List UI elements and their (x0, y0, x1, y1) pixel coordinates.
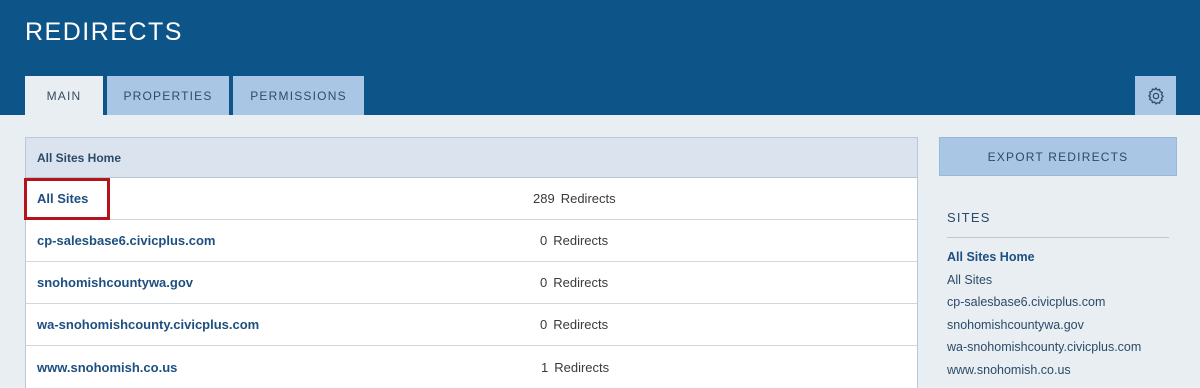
table-row: cp-salesbase6.civicplus.com 0 Redirects (26, 220, 917, 262)
redirect-count: 0 Redirects (540, 233, 608, 248)
tab-properties[interactable]: PROPERTIES (107, 76, 229, 115)
table-row: All Sites 289 Redirects (24, 178, 917, 220)
redirect-count-unit: Redirects (553, 317, 609, 332)
redirect-count: 1 Redirects (541, 360, 609, 375)
sites-divider (947, 237, 1169, 238)
settings-button[interactable] (1135, 76, 1176, 115)
redirect-count-value: 0 (540, 233, 548, 248)
redirect-count-unit: Redirects (554, 359, 610, 375)
redirect-count-unit: Redirects (560, 191, 616, 206)
table-row: snohomishcountywa.gov 0 Redirects (26, 262, 917, 304)
site-link-all-sites[interactable]: All Sites (37, 191, 88, 206)
redirect-count-value: 0 (540, 275, 548, 290)
page-title: REDIRECTS (25, 18, 183, 46)
redirect-count-unit: Redirects (553, 275, 609, 290)
tab-permissions[interactable]: PERMISSIONS (233, 76, 364, 115)
sites-list: All Sites Home All Sites cp-salesbase6.c… (947, 246, 1141, 381)
redirect-count-unit: Redirects (553, 233, 609, 248)
sites-item-snohomish-co-us[interactable]: www.snohomish.co.us (947, 359, 1141, 382)
redirect-count: 0 Redirects (540, 275, 608, 290)
sites-item-cp-salesbase6[interactable]: cp-salesbase6.civicplus.com (947, 291, 1141, 314)
site-link-snohomish-co-us[interactable]: www.snohomish.co.us (37, 360, 177, 375)
sites-item-all-sites[interactable]: All Sites (947, 269, 1141, 292)
site-link-snohomishcountywa[interactable]: snohomishcountywa.gov (37, 275, 193, 290)
table-row: www.snohomish.co.us 1 Redirects (26, 346, 917, 388)
tab-main[interactable]: MAIN (25, 76, 103, 115)
redirect-count-value: 0 (540, 317, 548, 332)
redirects-table: All Sites Home All Sites 289 Redirects cp… (24, 137, 918, 388)
export-redirects-button[interactable]: EXPORT REDIRECTS (939, 137, 1177, 176)
redirect-count: 0 Redirects (540, 317, 608, 332)
redirect-count-value: 1 (541, 359, 549, 375)
table-row: wa-snohomishcounty.civicplus.com 0 Redire… (26, 304, 917, 346)
site-link-wa-snohomishcounty[interactable]: wa-snohomishcounty.civicplus.com (37, 317, 259, 332)
table-header: All Sites Home (26, 138, 917, 178)
sites-item-all-sites-home[interactable]: All Sites Home (947, 246, 1141, 269)
sites-item-snohomishcountywa[interactable]: snohomishcountywa.gov (947, 314, 1141, 337)
gear-icon (1147, 86, 1164, 105)
redirect-count: 289 Redirects (533, 191, 616, 206)
sites-heading: SITES (947, 210, 991, 225)
redirect-count-value: 289 (533, 191, 555, 206)
tab-bar: MAIN PROPERTIES PERMISSIONS (25, 76, 368, 115)
sites-item-wa-snohomishcounty[interactable]: wa-snohomishcounty.civicplus.com (947, 336, 1141, 359)
site-link-cp-salesbase6[interactable]: cp-salesbase6.civicplus.com (37, 233, 215, 248)
page-header: REDIRECTS MAIN PROPERTIES PERMISSIONS (0, 0, 1200, 115)
